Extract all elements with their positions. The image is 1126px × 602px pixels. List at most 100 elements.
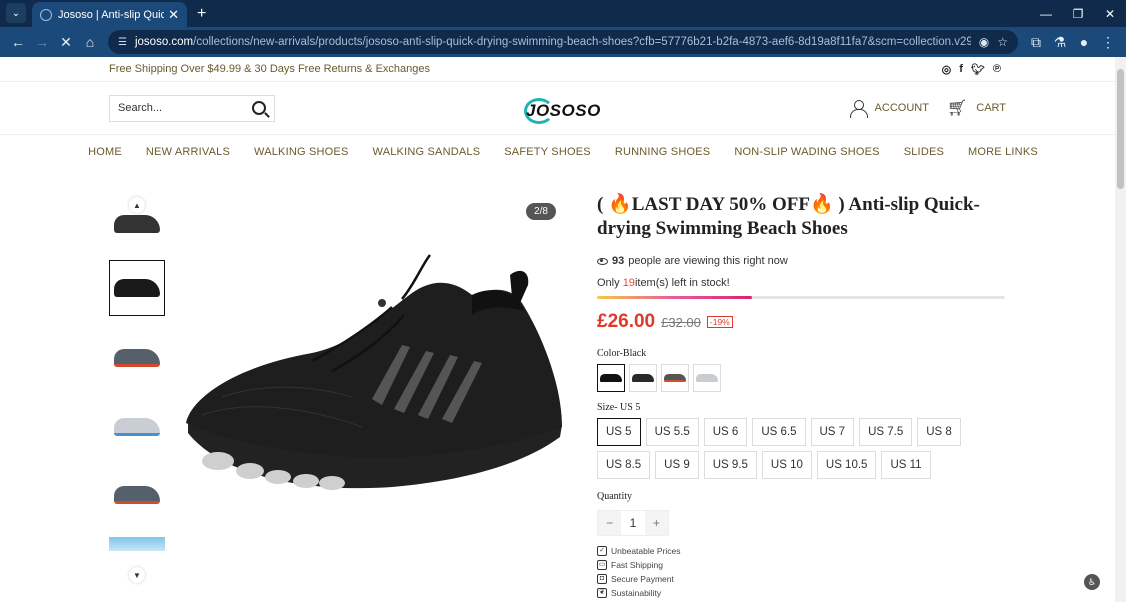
facebook-icon[interactable]: f bbox=[959, 63, 963, 76]
size-option[interactable]: US 10 bbox=[761, 451, 812, 479]
new-tab-button[interactable]: + bbox=[197, 5, 206, 23]
swatch-light-grey[interactable] bbox=[693, 364, 721, 392]
close-tab-icon[interactable]: ✕ bbox=[168, 7, 179, 23]
jososo-logo[interactable]: JOSOSO bbox=[524, 92, 600, 124]
tab-list-button[interactable]: ⌄ bbox=[6, 3, 26, 23]
minimize-icon[interactable]: — bbox=[1030, 0, 1062, 27]
size-option[interactable]: US 8 bbox=[917, 418, 961, 446]
labs-icon[interactable]: ⚗ bbox=[1048, 30, 1072, 54]
quantity-stepper: − 1 + bbox=[597, 510, 669, 536]
restore-icon[interactable]: ❐ bbox=[1062, 0, 1094, 27]
product-title: ( 🔥LAST DAY 50% OFF🔥 ) Anti-slip Quick-d… bbox=[597, 194, 980, 239]
stock-prefix: Only bbox=[597, 277, 620, 289]
size-label: Size- US 5 bbox=[597, 402, 641, 413]
thumbnail-1[interactable] bbox=[109, 215, 165, 237]
forward-icon[interactable]: → bbox=[30, 30, 54, 54]
stock-notice: Only 19item(s) left in stock! bbox=[597, 277, 1007, 289]
instagram-icon[interactable]: ◎ bbox=[942, 63, 952, 76]
stock-progress-bar bbox=[597, 296, 1005, 299]
pinterest-icon[interactable]: ℗ bbox=[993, 63, 1001, 76]
extensions-icon[interactable]: ⧉ bbox=[1024, 30, 1048, 54]
thumbnail-4[interactable] bbox=[109, 399, 165, 455]
size-option[interactable]: US 5 bbox=[597, 418, 641, 446]
nav-walking-sandals[interactable]: WALKING SANDALS bbox=[373, 146, 481, 158]
nav-more-links[interactable]: MORE LINKS bbox=[968, 146, 1038, 158]
swatch-grey-orange[interactable] bbox=[661, 364, 689, 392]
browser-tab[interactable]: Jososo | Anti-slip Quick-drying ✕ bbox=[32, 2, 187, 27]
nav-new-arrivals[interactable]: NEW ARRIVALS bbox=[146, 146, 230, 158]
size-option[interactable]: US 5.5 bbox=[645, 418, 699, 446]
check-shield-icon: ✓ bbox=[597, 546, 607, 556]
size-options: US 5 US 5.5 US 6 US 6.5 US 7 US 7.5 US 8… bbox=[597, 418, 1007, 479]
eye-icon bbox=[597, 257, 608, 265]
decrease-quantity-button[interactable]: − bbox=[598, 511, 622, 535]
search-box[interactable]: Search... bbox=[109, 94, 275, 122]
swatch-black[interactable] bbox=[597, 364, 625, 392]
size-option[interactable]: US 6.5 bbox=[752, 418, 806, 446]
nav-home[interactable]: HOME bbox=[88, 146, 122, 158]
scrollbar-thumb[interactable] bbox=[1117, 69, 1124, 189]
announcement-text: Free Shipping Over $49.99 & 30 Days Free… bbox=[109, 63, 431, 75]
thumb-down-arrow-icon[interactable]: ▼ bbox=[129, 567, 145, 583]
thumbnail-2[interactable] bbox=[109, 260, 165, 316]
thumbnail-5[interactable] bbox=[109, 467, 165, 523]
product-info: ( 🔥LAST DAY 50% OFF🔥 ) Anti-slip Quick-d… bbox=[597, 193, 1007, 598]
size-option[interactable]: US 7 bbox=[810, 418, 855, 446]
size-option[interactable]: US 9.5 bbox=[703, 451, 757, 479]
size-option[interactable]: US 6 bbox=[703, 418, 748, 446]
home-icon[interactable]: ⌂ bbox=[78, 30, 102, 54]
nav-running-shoes[interactable]: RUNNING SHOES bbox=[615, 146, 711, 158]
viewing-text: people are viewing this right now bbox=[628, 255, 788, 267]
cart-link[interactable]: 🛒︎ CART bbox=[947, 98, 1006, 118]
thumbnail-6[interactable] bbox=[109, 537, 165, 551]
twitter-icon[interactable]: 🐦︎ bbox=[971, 63, 985, 76]
thumb-up-arrow-icon[interactable]: ▲ bbox=[129, 197, 145, 213]
size-option[interactable]: US 7.5 bbox=[859, 418, 913, 446]
nav-walking-shoes[interactable]: WALKING SHOES bbox=[254, 146, 349, 158]
discount-badge: -19% bbox=[706, 316, 733, 328]
web-page: Free Shipping Over $49.99 & 30 Days Free… bbox=[0, 57, 1126, 602]
eye-off-icon[interactable]: ◉ bbox=[979, 35, 989, 49]
lock-icon: ◘ bbox=[597, 574, 607, 584]
account-icon bbox=[849, 99, 868, 118]
nav-slides[interactable]: SLIDES bbox=[904, 146, 944, 158]
thumbnail-3[interactable] bbox=[109, 330, 165, 386]
profile-avatar-icon[interactable]: ● bbox=[1072, 30, 1096, 54]
bookmark-star-icon[interactable]: ☆ bbox=[997, 35, 1008, 49]
viewing-notice: 93 people are viewing this right now bbox=[597, 255, 1007, 267]
close-window-icon[interactable]: ✕ bbox=[1094, 0, 1126, 27]
color-swatches bbox=[597, 364, 1007, 392]
address-bar[interactable]: ☰ jososo.com /collections/new-arrivals/p… bbox=[108, 30, 1018, 54]
browser-tabbar: ⌄ Jososo | Anti-slip Quick-drying ✕ + — … bbox=[0, 0, 1126, 27]
site-info-icon[interactable]: ☰ bbox=[118, 37, 127, 48]
search-input[interactable]: Search... bbox=[118, 102, 252, 114]
back-icon[interactable]: ← bbox=[6, 30, 30, 54]
browser-menu-icon[interactable]: ⋮ bbox=[1096, 30, 1120, 54]
color-label: Color-Black bbox=[597, 348, 647, 359]
nav-safety-shoes[interactable]: SAFETY SHOES bbox=[504, 146, 591, 158]
size-option[interactable]: US 10.5 bbox=[816, 451, 877, 479]
main-product-image[interactable] bbox=[182, 175, 566, 559]
social-links: ◎ f 🐦︎ ℗ bbox=[942, 63, 1001, 76]
stock-count: 19 bbox=[622, 277, 635, 289]
price-row: £26.00 £32.00 -19% bbox=[597, 311, 1007, 333]
account-link[interactable]: ACCOUNT bbox=[849, 99, 929, 118]
thumbnail-gallery: ▲ ▼ bbox=[109, 175, 165, 585]
size-option[interactable]: US 11 bbox=[881, 451, 931, 479]
nav-non-slip-wading-shoes[interactable]: NON-SLIP WADING SHOES bbox=[734, 146, 879, 158]
announcement-bar: Free Shipping Over $49.99 & 30 Days Free… bbox=[0, 57, 1126, 82]
swatch-black-grey[interactable] bbox=[629, 364, 657, 392]
quantity-input[interactable]: 1 bbox=[621, 516, 644, 530]
cart-label: CART bbox=[976, 102, 1006, 114]
sale-price: £26.00 bbox=[597, 311, 656, 332]
stop-loading-icon[interactable]: ✕ bbox=[54, 30, 78, 54]
search-icon[interactable] bbox=[252, 101, 266, 115]
size-option[interactable]: US 8.5 bbox=[597, 451, 651, 479]
page-scrollbar[interactable] bbox=[1115, 57, 1126, 602]
perk-label: Unbeatable Prices bbox=[611, 546, 681, 556]
increase-quantity-button[interactable]: + bbox=[644, 511, 668, 535]
size-option[interactable]: US 9 bbox=[655, 451, 699, 479]
quantity-label: Quantity bbox=[597, 491, 632, 502]
cart-icon: 🛒︎ bbox=[946, 100, 968, 117]
accessibility-widget-icon[interactable]: ♿︎ bbox=[1084, 574, 1100, 590]
